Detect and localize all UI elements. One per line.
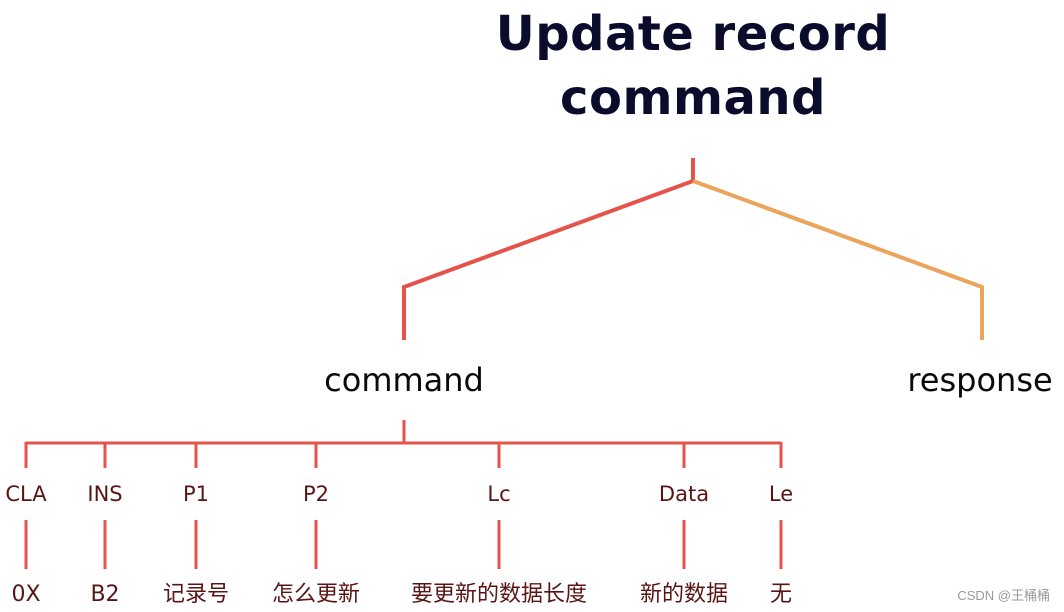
command-branch-line [402,179,694,340]
field-label: P2 [302,482,330,506]
diagram-title: Update record command [463,2,923,130]
field-label: Le [768,482,794,506]
field-label: Data [658,482,710,506]
title-line-1: Update record [495,6,891,62]
field-label: P1 [182,482,210,506]
response-node: response [907,361,1053,399]
field-value: 记录号 [162,582,230,607]
command-node: command [324,361,484,399]
field-label: INS [87,482,123,506]
field-label: CLA [5,482,47,506]
field-value: 0X [11,582,41,607]
field-value: 怎么更新 [271,582,361,607]
response-branch-line [692,179,984,340]
field-label: Lc [487,482,511,506]
title-line-2: command [560,70,826,126]
field-value: 新的数据 [639,582,729,607]
field-value: 要更新的数据长度 [410,582,588,607]
field-value: B2 [90,582,120,607]
field-value: 无 [769,582,793,607]
watermark: CSDN @王桶桶 [957,588,1050,603]
